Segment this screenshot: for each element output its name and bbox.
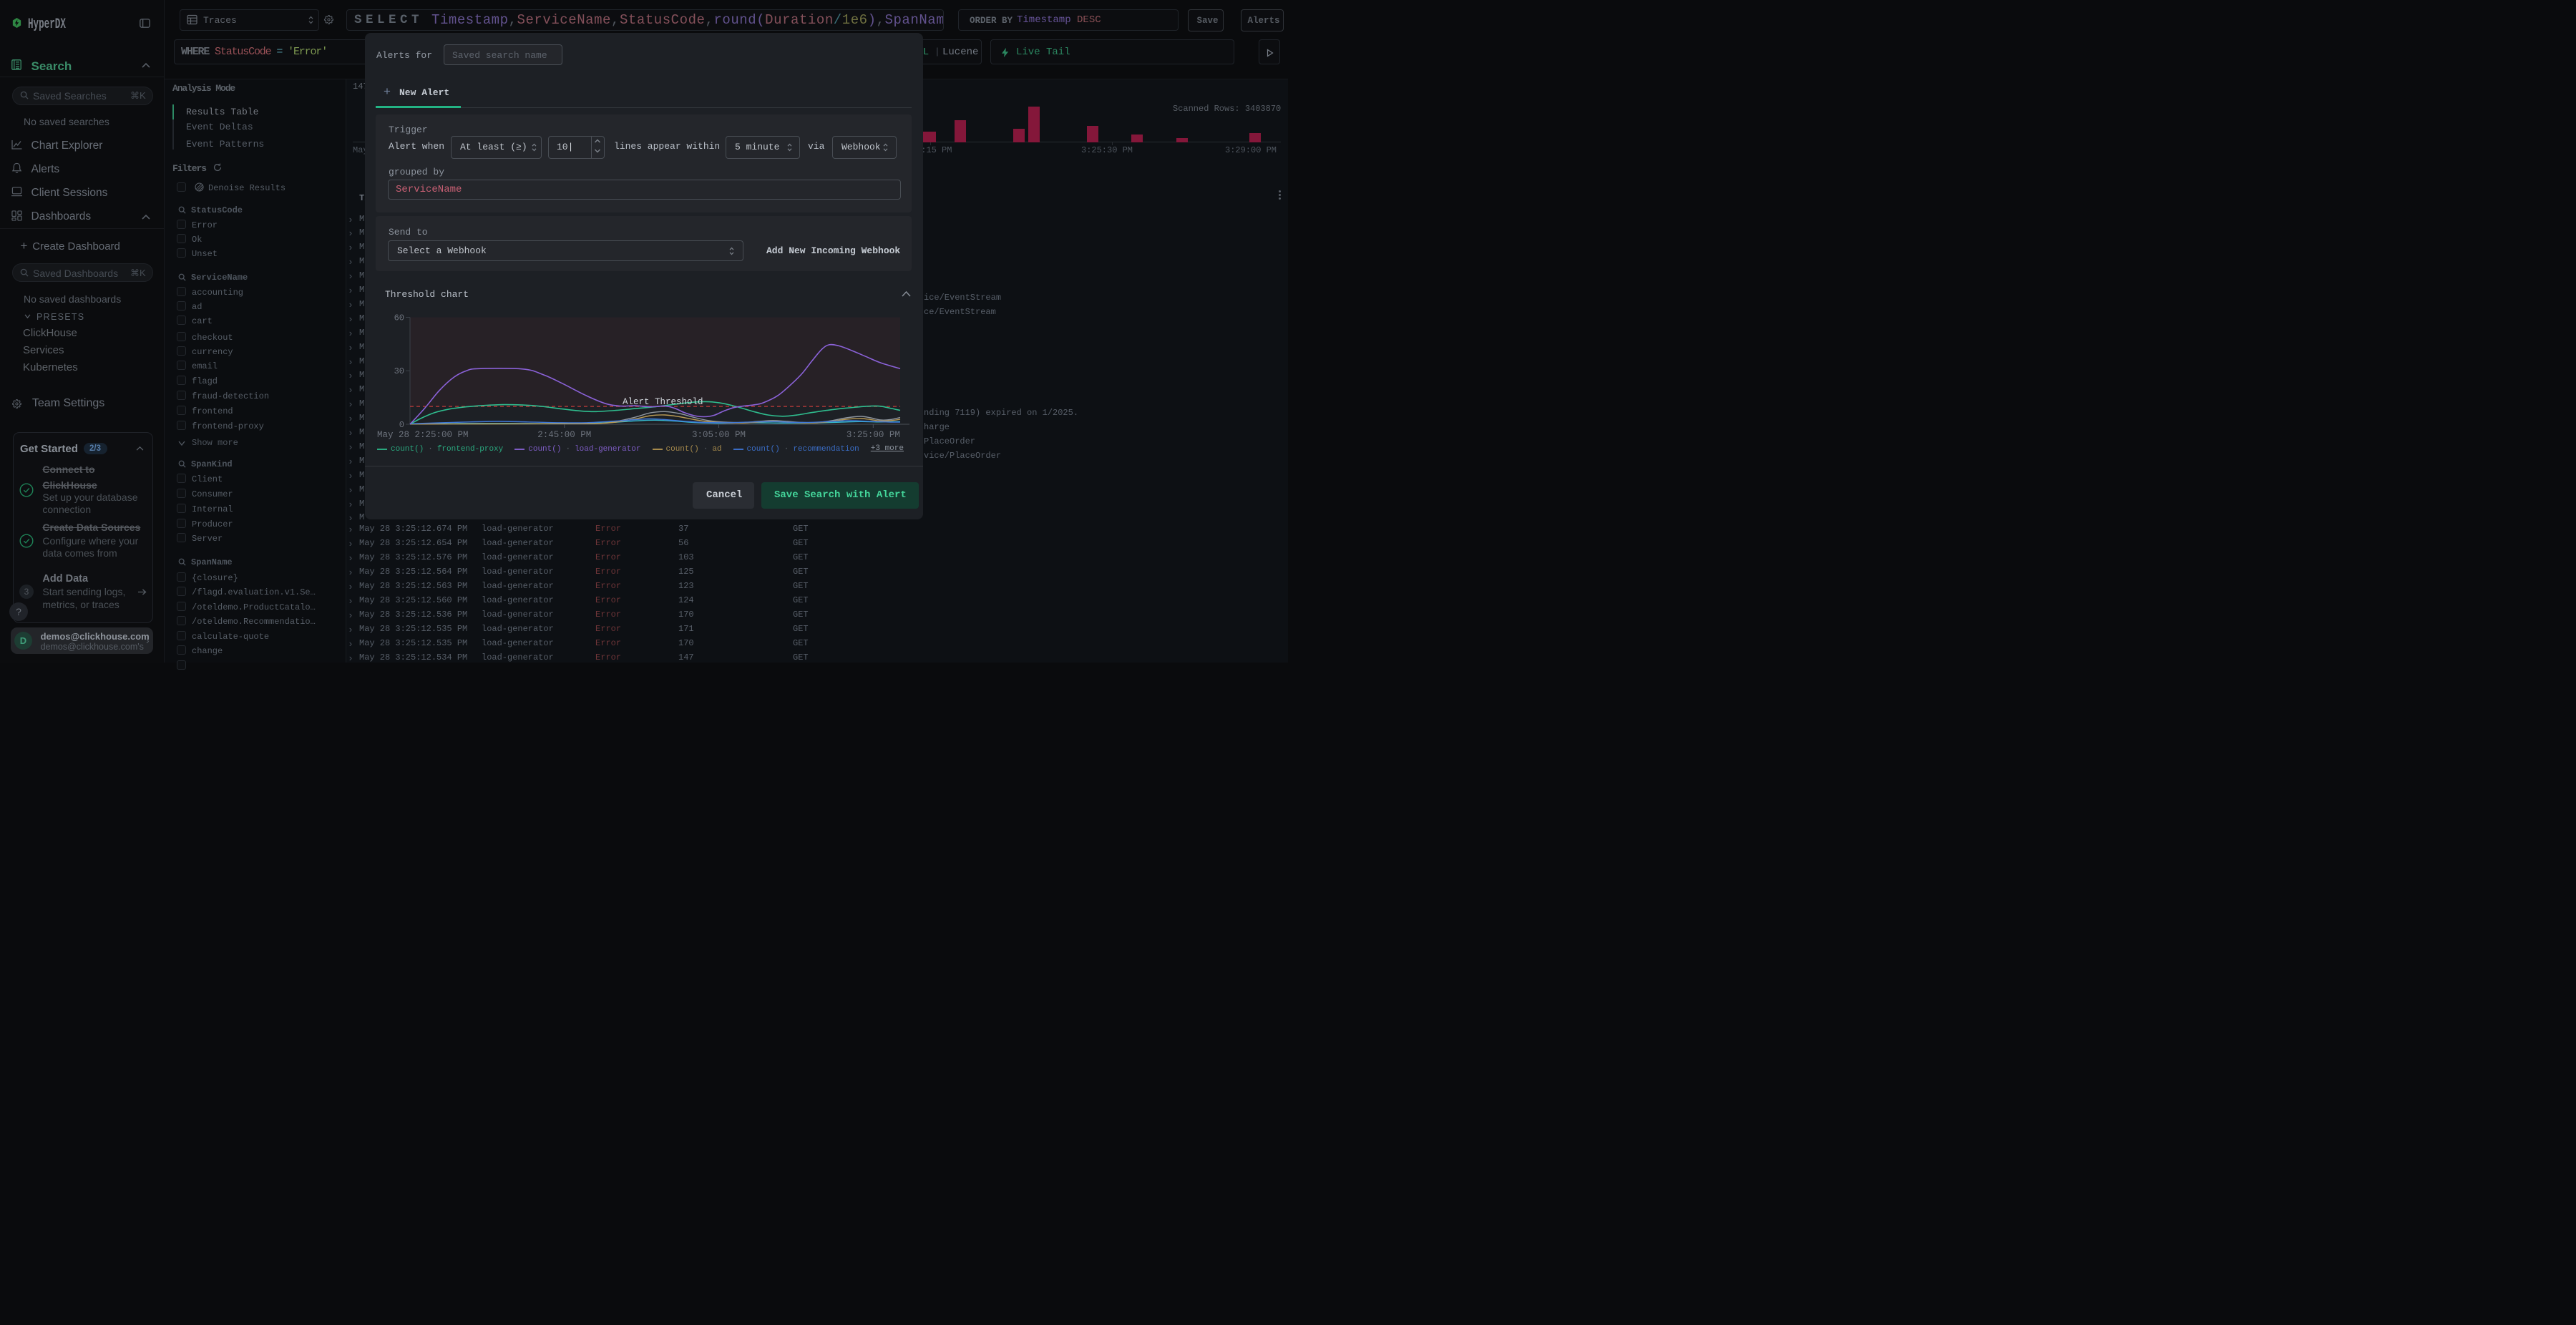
- svg-text:30: 30: [394, 366, 404, 376]
- svg-text:3:25:00 PM: 3:25:00 PM: [847, 430, 900, 440]
- svg-text:60: 60: [394, 313, 404, 323]
- svg-text:2:45:00 PM: 2:45:00 PM: [537, 430, 591, 440]
- svg-text:0: 0: [399, 420, 404, 430]
- svg-text:Alert Threshold: Alert Threshold: [623, 397, 703, 407]
- svg-text:May 28 2:25:00 PM: May 28 2:25:00 PM: [377, 430, 469, 440]
- svg-text:3:05:00 PM: 3:05:00 PM: [692, 430, 746, 440]
